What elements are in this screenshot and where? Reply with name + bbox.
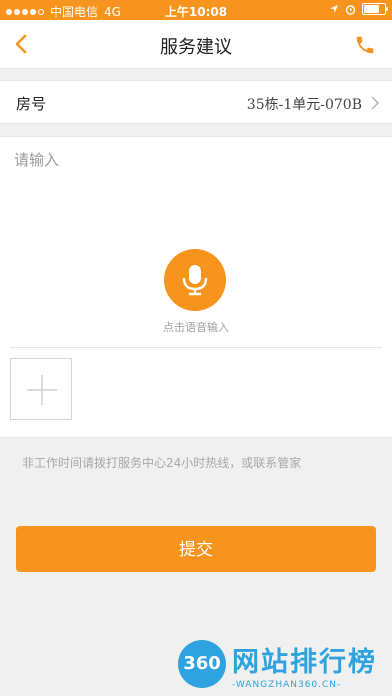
status-right	[329, 3, 388, 15]
status-bar: 中国电信 4G 上午10:08	[0, 0, 392, 20]
voice-input-button[interactable]	[164, 249, 226, 311]
navigation-bar: 服务建议	[0, 20, 392, 69]
watermark-subtext: -WANGZHAN360.CN-	[232, 680, 342, 690]
submit-button[interactable]: 提交	[16, 526, 376, 572]
divider	[10, 347, 382, 348]
watermark-logo: 360	[178, 640, 226, 688]
page-title: 服务建议	[160, 37, 232, 58]
location-arrow-icon	[330, 5, 338, 13]
phone-icon[interactable]	[354, 34, 376, 56]
battery-icon	[362, 3, 388, 15]
suggestion-input[interactable]: 请输入	[14, 149, 59, 170]
watermark: 360 网站排行榜 -WANGZHAN360.CN-	[178, 636, 392, 696]
suggestion-card: 请输入 点击语音输入	[0, 136, 392, 438]
chevron-right-icon	[371, 96, 380, 110]
plus-icon	[27, 375, 57, 405]
alarm-clock-icon	[345, 4, 356, 15]
voice-input-label: 点击语音输入	[163, 321, 229, 334]
room-number-value: 35栋-1单元-070B	[246, 97, 362, 113]
hotline-hint: 非工作时间请拨打服务中心24小时热线，或联系管家	[22, 456, 302, 470]
room-number-row[interactable]: 房号 35栋-1单元-070B	[0, 80, 392, 124]
microphone-icon	[182, 265, 208, 296]
watermark-text: 网站排行榜	[232, 647, 377, 678]
room-number-label: 房号	[16, 95, 47, 113]
add-photo-button[interactable]	[10, 358, 72, 420]
